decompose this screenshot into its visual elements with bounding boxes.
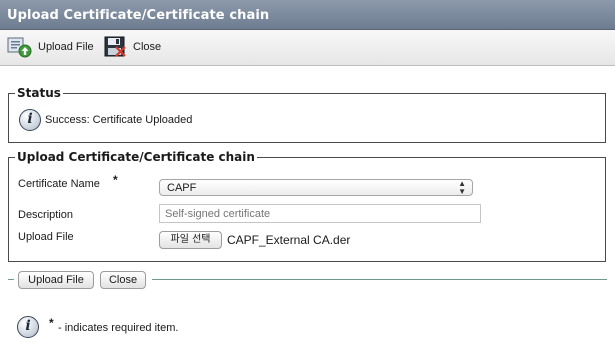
footer-info-icon: i	[17, 316, 39, 338]
title-bar: Upload Certificate/Certificate chain	[0, 0, 615, 30]
upload-file-label: Upload File	[18, 231, 74, 243]
status-legend: Status	[17, 86, 61, 100]
toolbar: Upload File Close	[0, 30, 615, 66]
certificate-name-label: Certificate Name	[18, 178, 100, 190]
description-input[interactable]	[159, 204, 481, 223]
certificate-name-select[interactable]: CAPF ▲ ▼	[159, 179, 473, 196]
close-button[interactable]: Close	[100, 271, 146, 289]
floppy-close-icon	[104, 36, 126, 57]
actions-divider-right	[152, 279, 607, 280]
footer-note: - indicates required item.	[58, 322, 179, 334]
status-message: Success: Certificate Uploaded	[45, 114, 193, 126]
page-title: Upload Certificate/Certificate chain	[7, 8, 270, 23]
toolbar-close-button[interactable]: Close	[104, 35, 164, 59]
toolbar-close-label: Close	[133, 41, 162, 53]
toolbar-upload-file-button[interactable]: Upload File	[6, 35, 96, 59]
actions-divider-left	[8, 279, 14, 280]
toolbar-upload-label: Upload File	[38, 41, 94, 53]
selected-file-name: CAPF_External CA.der	[227, 233, 351, 247]
upload-file-icon	[7, 37, 32, 58]
required-marker: *	[113, 173, 118, 187]
upload-section-legend: Upload Certificate/Certificate chain	[17, 150, 255, 164]
certificate-name-value: CAPF	[167, 182, 197, 194]
upload-file-button[interactable]: Upload File	[18, 271, 94, 289]
choose-file-button[interactable]: 파일 선택	[159, 231, 222, 249]
info-icon: i	[19, 109, 41, 131]
select-arrows-icon: ▲ ▼	[458, 179, 466, 196]
description-label: Description	[18, 209, 74, 221]
footer-required-marker: *	[49, 316, 54, 330]
